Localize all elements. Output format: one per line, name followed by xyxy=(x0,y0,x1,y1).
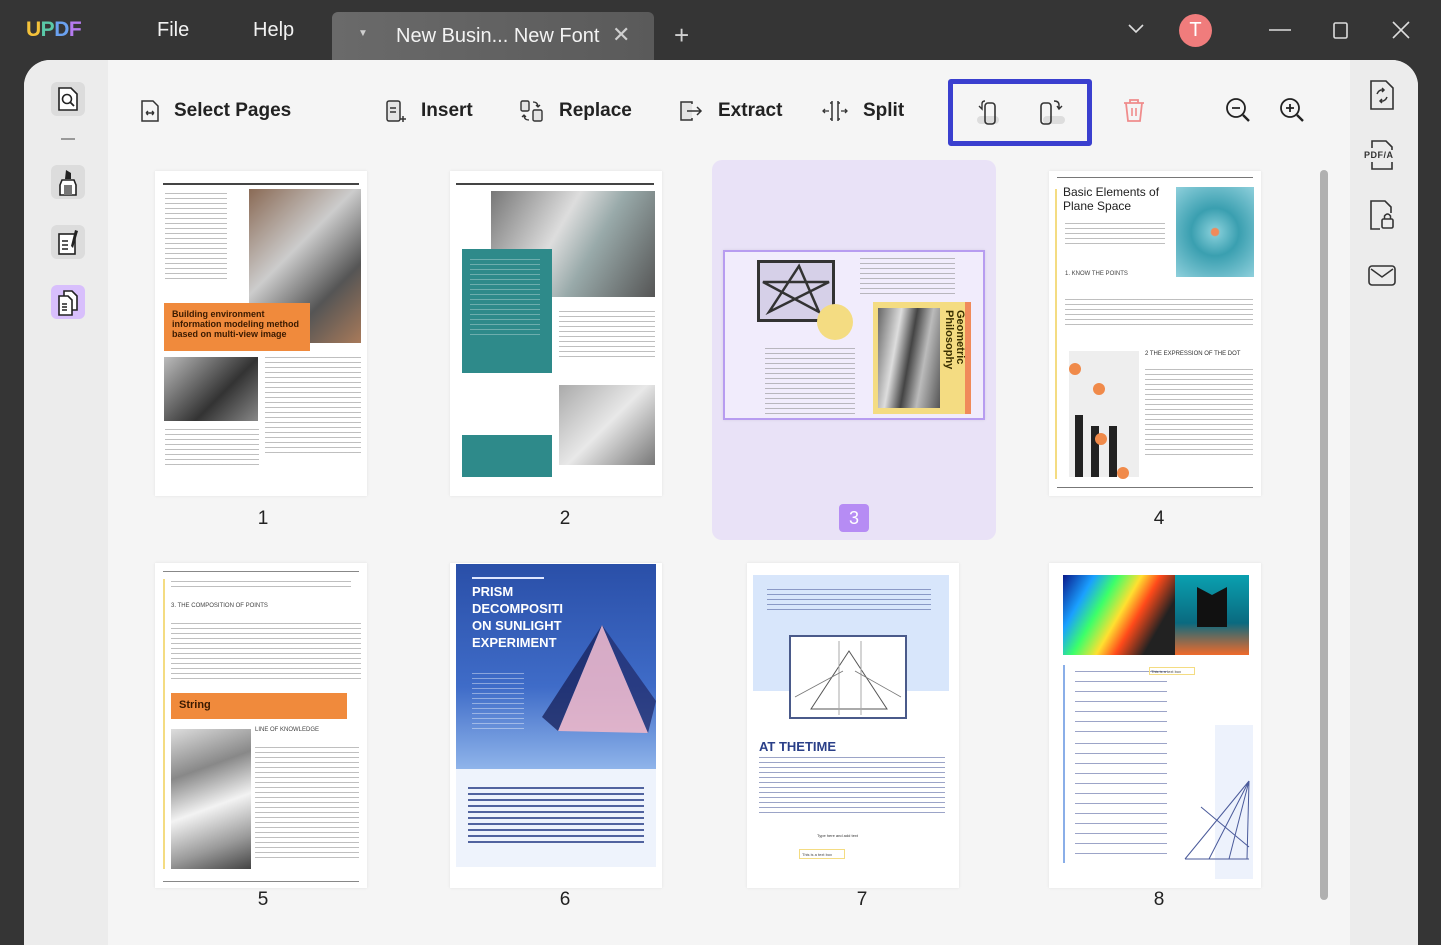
page-number: 5 xyxy=(257,889,269,910)
prism-image xyxy=(542,625,656,733)
left-sidebar xyxy=(24,60,108,945)
convert-icon[interactable] xyxy=(1366,78,1398,112)
trash-icon[interactable] xyxy=(1118,94,1150,126)
page-preview xyxy=(450,171,662,496)
document-tab[interactable]: ▼ New Busin... New Font ✕ xyxy=(332,12,654,60)
page-thumbnail-5[interactable]: 3. THE COMPOSITION OF POINTS String LINE… xyxy=(138,552,422,932)
extract-button[interactable]: Extract xyxy=(678,96,782,126)
page-4-subheading-2: 2 THE EXPRESSION OF THE DOT xyxy=(1145,351,1241,357)
user-avatar[interactable]: T xyxy=(1179,14,1212,47)
sidebar-item-reader[interactable] xyxy=(51,82,85,116)
page-thumbnail-4[interactable]: Basic Elements of Plane Space 1. KNOW TH… xyxy=(1029,160,1313,540)
page-preview: Building environment information modelin… xyxy=(155,171,367,496)
light-diagram xyxy=(1184,780,1250,860)
sidebar-item-edit[interactable] xyxy=(51,225,85,259)
page-5-banner: String xyxy=(171,693,347,719)
page-organizer: Select Pages Insert Replace Extract Spli… xyxy=(108,60,1350,945)
document-search-icon xyxy=(58,87,78,111)
rotate-left-icon[interactable] xyxy=(973,98,1007,128)
pages-icon xyxy=(58,290,78,316)
page-thumbnail-2[interactable]: 2 xyxy=(435,160,719,540)
zoom-out-icon[interactable] xyxy=(1222,94,1254,126)
vertical-scrollbar[interactable] xyxy=(1320,170,1328,900)
page-8-textbox: This is a text box xyxy=(1149,667,1195,675)
page-thumbnail-grid: Building environment information modelin… xyxy=(108,160,1334,945)
page-7-textbox: This is a text box xyxy=(799,849,845,859)
zoom-in-icon[interactable] xyxy=(1276,94,1308,126)
tab-dropdown-icon[interactable]: ▼ xyxy=(358,28,368,39)
page-4-heading: Basic Elements of Plane Space xyxy=(1063,185,1160,213)
page-thumbnail-6[interactable]: PRISM DECOMPOSITI ON SUNLIGHT EXPERIMENT… xyxy=(435,552,719,932)
extract-page-icon xyxy=(680,101,703,121)
sidebar-separator xyxy=(61,138,75,140)
minimize-icon[interactable] xyxy=(1263,14,1297,46)
maximize-icon[interactable] xyxy=(1324,14,1358,46)
page-1-heading: Building environment information modelin… xyxy=(164,303,310,351)
insert-page-icon xyxy=(386,100,406,122)
rotate-group-highlight xyxy=(948,79,1092,146)
insert-button[interactable]: Insert xyxy=(385,96,473,126)
replace-button[interactable]: Replace xyxy=(519,96,632,126)
select-pages-button[interactable]: Select Pages xyxy=(140,96,291,126)
edit-document-icon xyxy=(58,230,78,255)
pdfa-button[interactable]: PDF/A xyxy=(1364,138,1398,172)
replace-page-icon xyxy=(520,100,543,122)
page-5-subheading: LINE OF KNOWLEDGE xyxy=(255,727,320,733)
sidebar-item-organize-pages[interactable] xyxy=(51,285,85,319)
page-3-heading: Geometric Philosophy xyxy=(943,310,966,370)
updf-logo: UPDF xyxy=(26,18,82,41)
chevron-down-icon[interactable] xyxy=(1126,18,1146,38)
page-preview: 3. THE COMPOSITION OF POINTS String LINE… xyxy=(155,563,367,888)
page-preview: PRISM DECOMPOSITI ON SUNLIGHT EXPERIMENT xyxy=(450,563,662,888)
new-tab-button[interactable]: + xyxy=(674,20,689,50)
tab-title: New Busin... New Font xyxy=(396,25,600,47)
page-7-heading: AT THETIME xyxy=(759,739,837,754)
menu-file[interactable]: File xyxy=(157,19,189,42)
page-thumbnail-7[interactable]: AT THETIME Type here and add text This i… xyxy=(732,552,1016,932)
split-label: Split xyxy=(863,100,905,121)
extract-label: Extract xyxy=(718,100,783,121)
page-number: 8 xyxy=(1153,889,1165,910)
page-number: 6 xyxy=(559,889,571,910)
page-thumbnail-8[interactable]: This is a text box 8 xyxy=(1029,552,1313,932)
pdfa-label: PDF/A xyxy=(1364,150,1394,160)
page-number: 2 xyxy=(559,508,571,529)
organize-toolbar: Select Pages Insert Replace Extract Spli… xyxy=(108,60,1350,160)
sidebar-item-comment[interactable] xyxy=(51,165,85,199)
page-4-subheading: 1. KNOW THE POINTS xyxy=(1065,271,1128,277)
right-sidebar: PDF/A xyxy=(1350,60,1418,945)
replace-label: Replace xyxy=(559,100,632,121)
page-preview: This is a text box xyxy=(1049,563,1261,888)
prism-diagram xyxy=(794,641,902,715)
menu-help[interactable]: Help xyxy=(253,19,294,42)
page-number-selected: 3 xyxy=(839,504,869,532)
page-preview: AT THETIME Type here and add text This i… xyxy=(747,563,959,888)
page-5-heading: 3. THE COMPOSITION OF POINTS xyxy=(171,603,268,609)
page-thumbnail-3[interactable]: Geometric Philosophy 3 xyxy=(712,160,996,540)
page-preview: Basic Elements of Plane Space 1. KNOW TH… xyxy=(1049,171,1261,496)
page-number: 7 xyxy=(856,889,868,910)
page-number: 4 xyxy=(1153,508,1165,529)
page-7-note: Type here and add text xyxy=(817,833,858,838)
split-icon xyxy=(822,101,848,121)
page-preview: Geometric Philosophy xyxy=(723,250,985,420)
tab-close-icon[interactable]: ✕ xyxy=(612,22,630,48)
insert-label: Insert xyxy=(421,100,473,121)
title-bar: UPDF File Help ▼ New Busin... New Font ✕… xyxy=(0,0,1441,60)
highlighter-icon xyxy=(59,170,77,196)
select-pages-icon xyxy=(141,100,159,122)
email-icon[interactable] xyxy=(1366,258,1398,292)
split-button[interactable]: Split xyxy=(821,96,904,126)
select-pages-label: Select Pages xyxy=(174,100,292,121)
protect-icon[interactable] xyxy=(1366,198,1398,232)
page-thumbnail-1[interactable]: Building environment information modelin… xyxy=(138,160,422,540)
main-panel: Select Pages Insert Replace Extract Spli… xyxy=(24,60,1418,945)
rotate-right-icon[interactable] xyxy=(1035,98,1069,128)
close-window-icon[interactable] xyxy=(1384,14,1418,46)
page-number: 1 xyxy=(257,508,269,529)
